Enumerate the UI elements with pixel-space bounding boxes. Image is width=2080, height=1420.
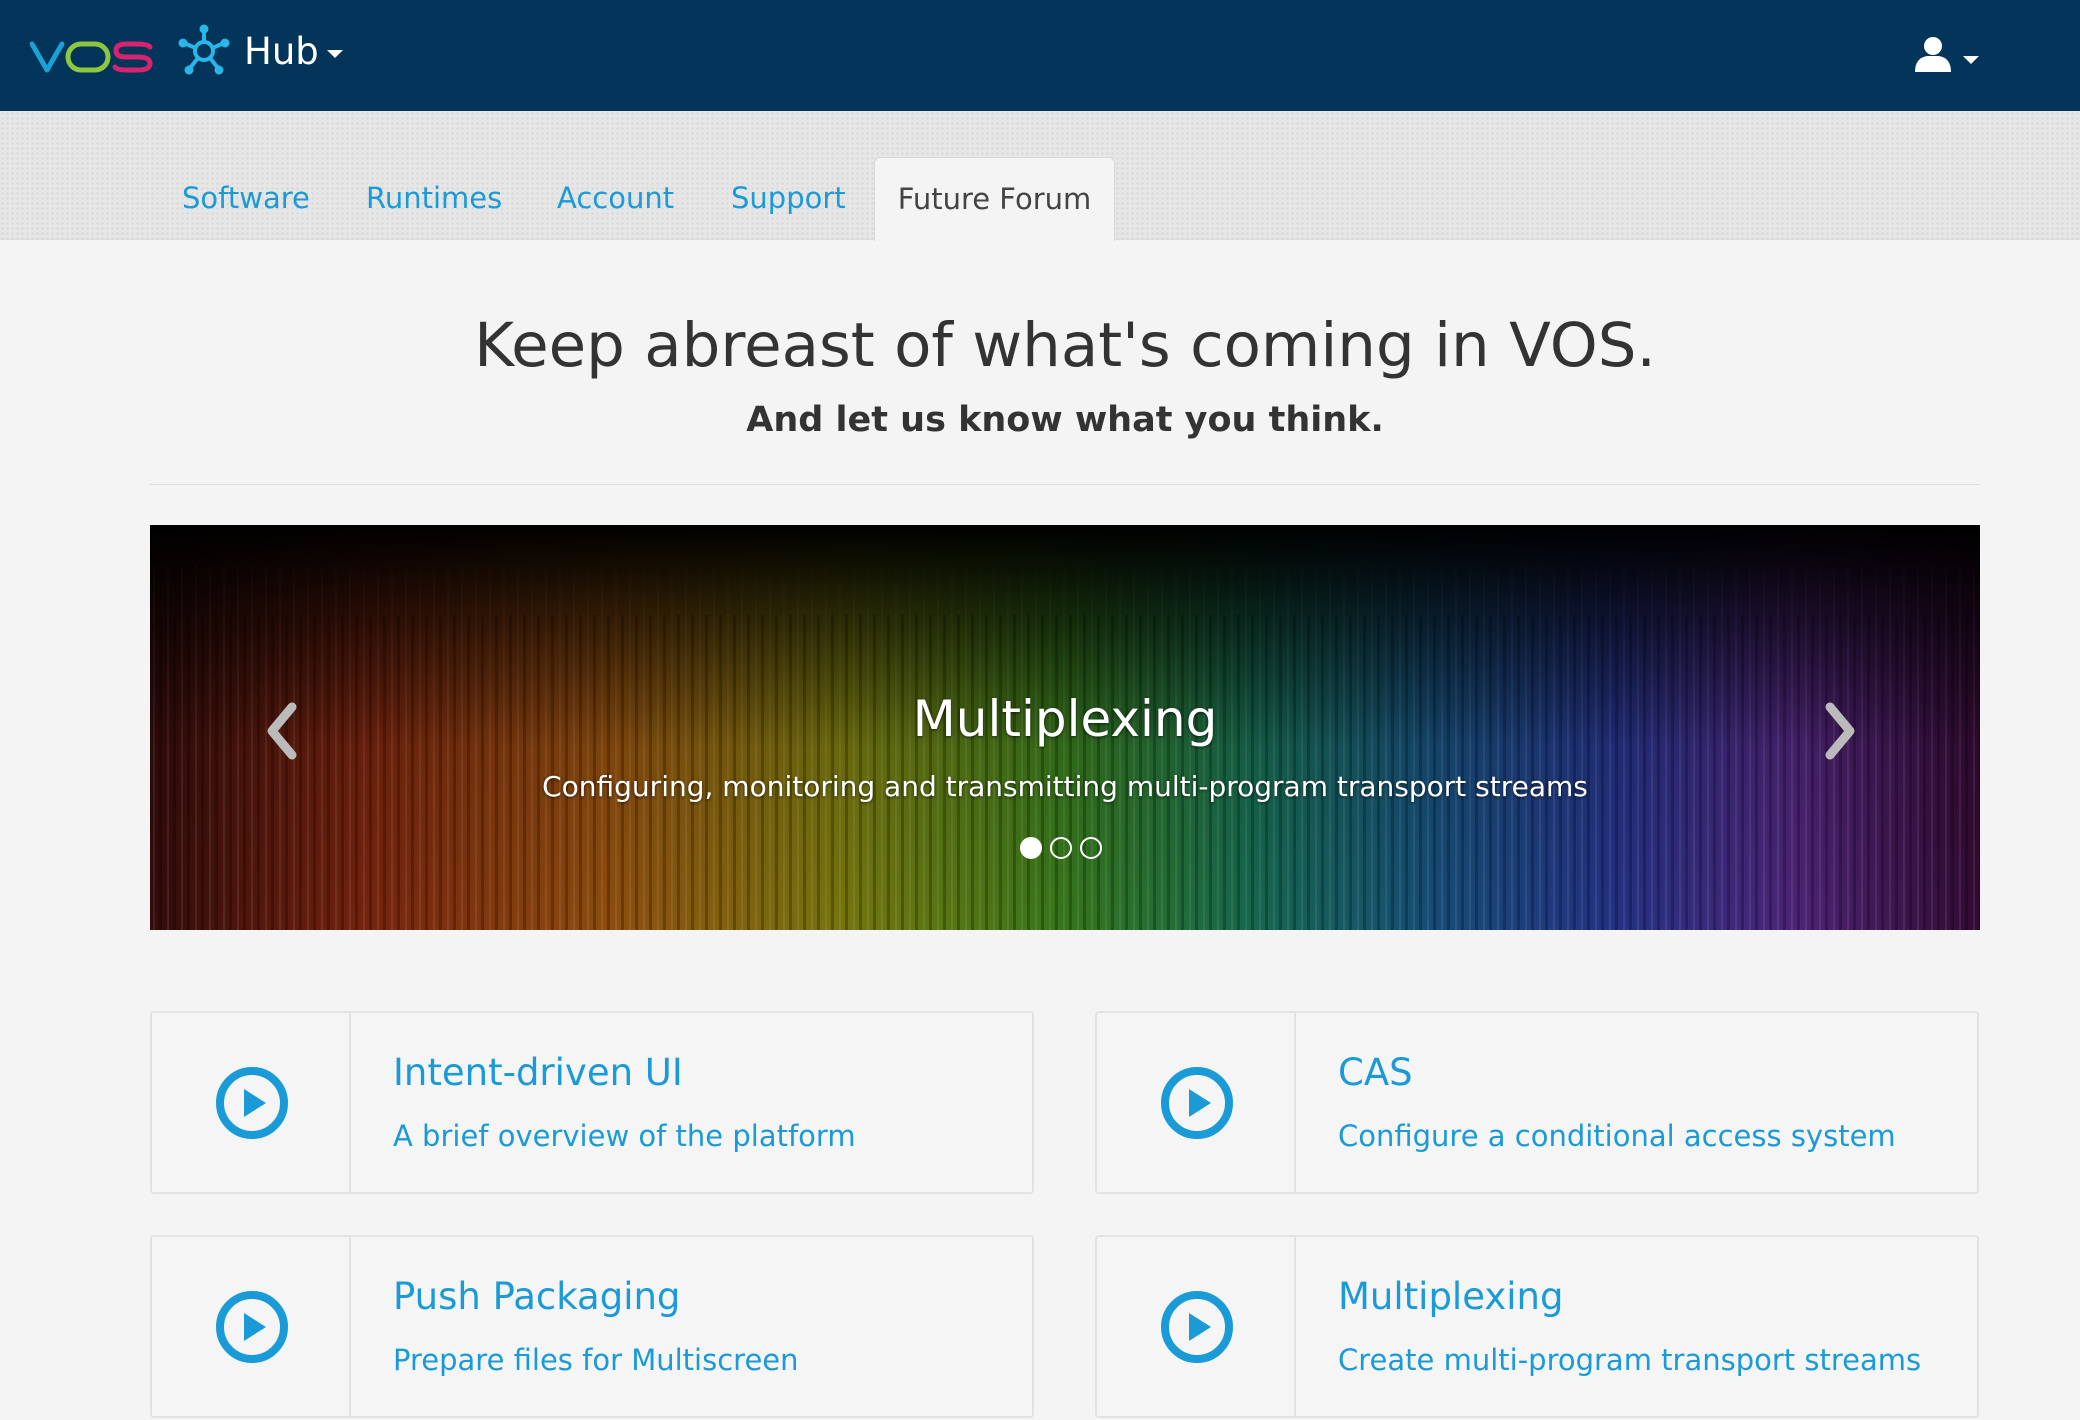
card-description[interactable]: Create multi-program transport streams: [1338, 1343, 1921, 1377]
chevron-down-icon[interactable]: [327, 50, 343, 58]
page-subtitle: And let us know what you think.: [746, 400, 1384, 440]
featured-carousel[interactable]: Multiplexing Configuring, monitoring and…: [150, 525, 1980, 930]
tab-support[interactable]: Support: [731, 157, 846, 239]
card-title[interactable]: CAS: [1338, 1051, 1413, 1094]
card-title[interactable]: Push Packaging: [393, 1275, 680, 1318]
play-circle-icon[interactable]: [1159, 1289, 1235, 1365]
video-card-intent-driven-ui[interactable]: Intent-driven UI A brief overview of the…: [150, 1011, 1034, 1194]
tab-future-forum[interactable]: Future Forum: [874, 157, 1115, 241]
tab-software[interactable]: Software: [182, 157, 310, 239]
card-description[interactable]: Prepare files for Multiscreen: [393, 1343, 799, 1377]
carousel-indicator-3[interactable]: [1080, 837, 1102, 859]
tab-runtimes[interactable]: Runtimes: [366, 157, 502, 239]
card-icon-cell: [152, 1013, 351, 1192]
card-title[interactable]: Intent-driven UI: [393, 1051, 683, 1094]
video-card-multiplexing[interactable]: Multiplexing Create multi-program transp…: [1095, 1235, 1979, 1418]
carousel-slide-title: Multiplexing: [912, 690, 1218, 748]
user-icon[interactable]: [1913, 34, 1953, 74]
carousel-indicators: [1020, 836, 1110, 860]
carousel-indicator-2[interactable]: [1050, 837, 1072, 859]
top-navbar: Hub: [0, 0, 2080, 111]
hub-menu-label[interactable]: Hub: [244, 28, 319, 76]
hub-network-icon: [178, 24, 230, 75]
card-title[interactable]: Multiplexing: [1338, 1275, 1563, 1318]
carousel-indicator-1[interactable]: [1020, 837, 1042, 859]
play-circle-icon[interactable]: [1159, 1065, 1235, 1141]
play-circle-icon[interactable]: [214, 1289, 290, 1365]
play-circle-icon[interactable]: [214, 1065, 290, 1141]
card-icon-cell: [152, 1237, 351, 1416]
video-card-cas[interactable]: CAS Configure a conditional access syste…: [1095, 1011, 1979, 1194]
vos-logo[interactable]: [30, 30, 154, 80]
divider: [150, 484, 1980, 485]
card-icon-cell: [1097, 1013, 1296, 1192]
page-title: Keep abreast of what's coming in VOS.: [474, 310, 1656, 381]
carousel-slide-caption: Configuring, monitoring and transmitting…: [542, 770, 1588, 803]
card-icon-cell: [1097, 1237, 1296, 1416]
tab-account[interactable]: Account: [557, 157, 674, 239]
card-description[interactable]: A brief overview of the platform: [393, 1119, 856, 1153]
user-menu-chevron-icon[interactable]: [1963, 56, 1979, 64]
video-card-push-packaging[interactable]: Push Packaging Prepare files for Multisc…: [150, 1235, 1034, 1418]
card-description[interactable]: Configure a conditional access system: [1338, 1119, 1896, 1153]
